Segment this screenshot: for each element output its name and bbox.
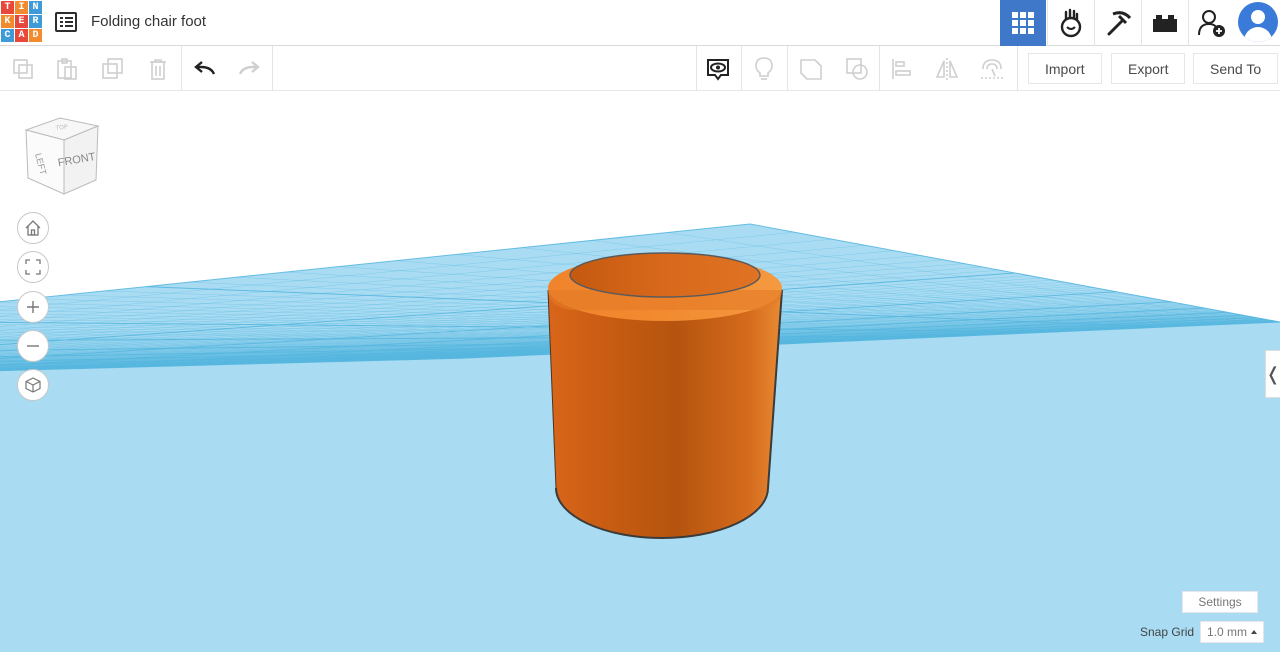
- collapse-panel-chevron-icon[interactable]: ❬: [1265, 350, 1280, 398]
- snap-grid-value: 1.0 mm: [1207, 625, 1248, 639]
- fit-all-icon[interactable]: [17, 251, 49, 283]
- design-title[interactable]: Folding chair foot: [91, 13, 206, 30]
- logo-letter: A: [15, 29, 28, 42]
- circuits-icon[interactable]: [1047, 0, 1093, 46]
- delete-icon[interactable]: [143, 54, 173, 84]
- snap-grid-select[interactable]: 1.0 mm: [1200, 621, 1264, 643]
- redo-icon[interactable]: [234, 54, 264, 84]
- zoom-in-icon[interactable]: [17, 291, 49, 323]
- align-icon[interactable]: [887, 54, 917, 84]
- 3d-workplane-viewport[interactable]: [0, 91, 1280, 652]
- show-all-icon[interactable]: [703, 54, 733, 84]
- logo-letter: E: [15, 15, 28, 28]
- logo-letter: C: [1, 29, 14, 42]
- top-header: TIN KER CAD Folding chair foot: [0, 0, 1280, 46]
- logo-letter: R: [29, 15, 42, 28]
- snap-grid-label: Snap Grid: [1140, 625, 1195, 639]
- logo-letter: D: [29, 29, 42, 42]
- 3d-design-grid-icon[interactable]: [1000, 0, 1046, 46]
- designs-list-icon[interactable]: [55, 12, 77, 32]
- edit-toolbar: Import Export Send To: [0, 46, 1280, 91]
- zoom-out-icon[interactable]: [17, 330, 49, 362]
- group-icon[interactable]: [796, 54, 826, 84]
- tinkercad-logo[interactable]: TIN KER CAD: [1, 1, 43, 43]
- ungroup-icon[interactable]: [842, 54, 872, 84]
- perspective-icon[interactable]: [17, 369, 49, 401]
- add-user-icon[interactable]: [1188, 0, 1234, 46]
- duplicate-icon[interactable]: [98, 54, 128, 84]
- logo-letter: I: [15, 1, 28, 14]
- send-to-button[interactable]: Send To: [1193, 53, 1279, 84]
- paste-icon[interactable]: [52, 54, 82, 84]
- export-button[interactable]: Export: [1111, 53, 1186, 84]
- bricks-icon[interactable]: [1141, 0, 1187, 46]
- tinkercad-editor: TIN KER CAD Folding chair foot Import Expo…: [0, 0, 1280, 652]
- logo-letter: T: [1, 1, 14, 14]
- home-view-icon[interactable]: [17, 212, 49, 244]
- undo-icon[interactable]: [190, 54, 220, 84]
- copy-icon[interactable]: [8, 54, 38, 84]
- view-cube[interactable]: TOP LEFT FRONT: [22, 116, 102, 203]
- codeblocks-pickaxe-icon[interactable]: [1094, 0, 1140, 46]
- mirror-icon[interactable]: [932, 54, 962, 84]
- caret-up-icon: [1251, 630, 1257, 634]
- logo-letter: N: [29, 1, 42, 14]
- logo-letter: K: [1, 15, 14, 28]
- user-avatar[interactable]: [1238, 2, 1278, 42]
- cruise-icon[interactable]: [977, 54, 1007, 84]
- import-button[interactable]: Import: [1028, 53, 1102, 84]
- tube-shape[interactable]: [547, 252, 783, 539]
- notes-light-icon[interactable]: [749, 54, 779, 84]
- settings-button[interactable]: Settings: [1182, 591, 1258, 613]
- workplane-canvas[interactable]: [0, 91, 1280, 652]
